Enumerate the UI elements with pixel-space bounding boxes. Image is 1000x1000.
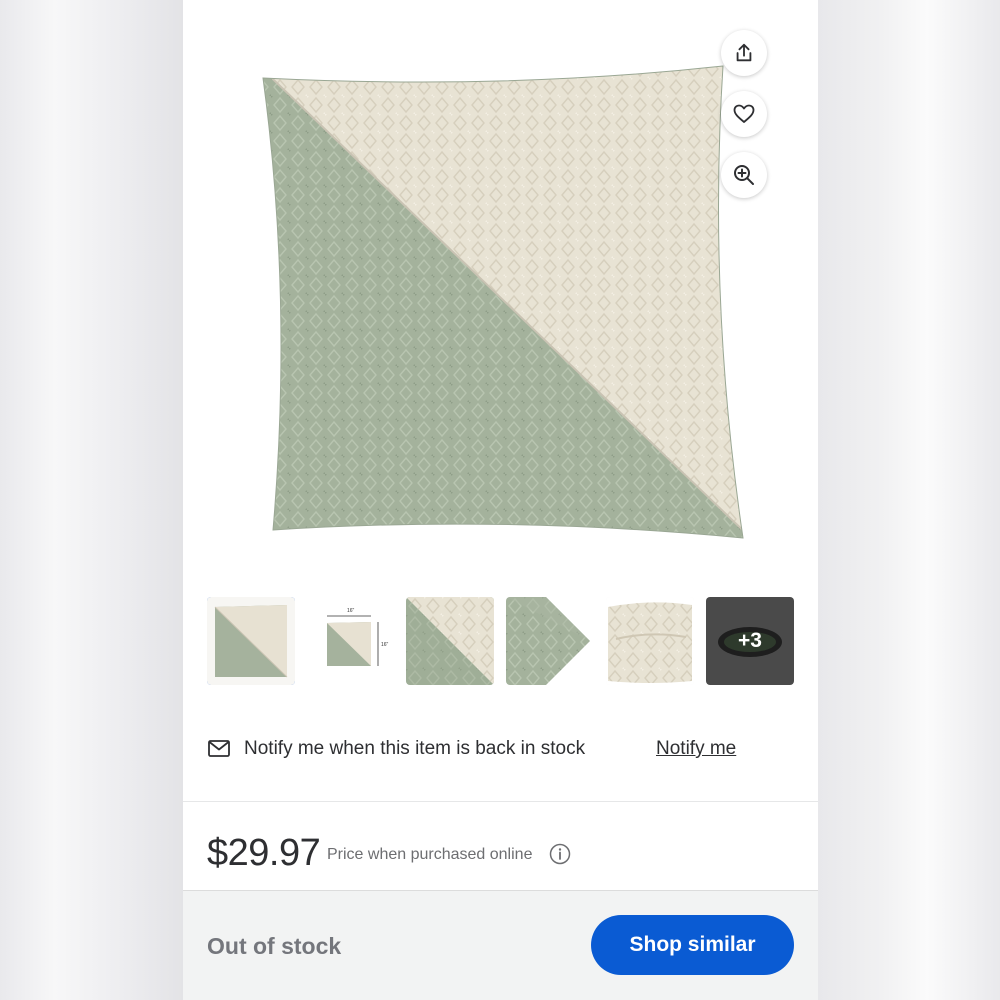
product-image-area <box>183 0 818 590</box>
product-main-image[interactable] <box>253 60 753 540</box>
info-icon[interactable] <box>549 843 571 865</box>
divider <box>183 801 818 802</box>
thumbnail-fabric[interactable] <box>406 597 494 685</box>
zoom-in-icon <box>734 165 754 185</box>
price-note: Price when purchased online <box>327 846 533 863</box>
thumbnail-fabric-image <box>406 597 494 685</box>
thumbnail-corner-image <box>506 597 594 685</box>
background-right <box>818 0 1000 1000</box>
thumbnail-corner[interactable] <box>506 597 594 685</box>
thumbnail-dimension-width: 16" <box>347 608 355 614</box>
thumbnail-dimension-height: 16" <box>381 642 389 648</box>
thumbnail-more[interactable]: +3 <box>706 597 794 685</box>
stock-status: Out of stock <box>207 933 342 959</box>
shop-similar-button[interactable]: Shop similar <box>591 915 794 975</box>
notify-row: Notify me when this item is back in stoc… <box>207 734 797 768</box>
thumbnail-dimensions-image: 16" 16" <box>307 597 395 685</box>
thumbnail-zipper[interactable] <box>606 597 694 685</box>
share-button[interactable] <box>721 30 767 76</box>
product-page: 16" 16" +3 Notify me when this item is b… <box>183 0 818 1000</box>
notify-me-link[interactable]: Notify me <box>656 738 736 760</box>
bottom-action-bar: Out of stock Shop similar <box>183 890 818 1000</box>
heart-icon <box>733 104 755 123</box>
thumbnail-dimensions[interactable]: 16" 16" <box>307 597 395 685</box>
thumbnail-zipper-image <box>606 597 694 685</box>
background-left <box>0 0 183 1000</box>
share-icon <box>736 43 752 62</box>
thumbnail-strip: 16" 16" +3 <box>207 597 797 685</box>
zoom-button[interactable] <box>721 152 767 198</box>
price: $29.97 <box>207 832 321 874</box>
mail-icon <box>208 740 230 757</box>
notify-text: Notify me when this item is back in stoc… <box>244 738 586 759</box>
favorite-button[interactable] <box>721 91 767 137</box>
thumbnail-front-image <box>207 597 295 685</box>
thumbnail-more-count: +3 <box>738 629 762 652</box>
thumbnail-front[interactable] <box>207 597 295 685</box>
